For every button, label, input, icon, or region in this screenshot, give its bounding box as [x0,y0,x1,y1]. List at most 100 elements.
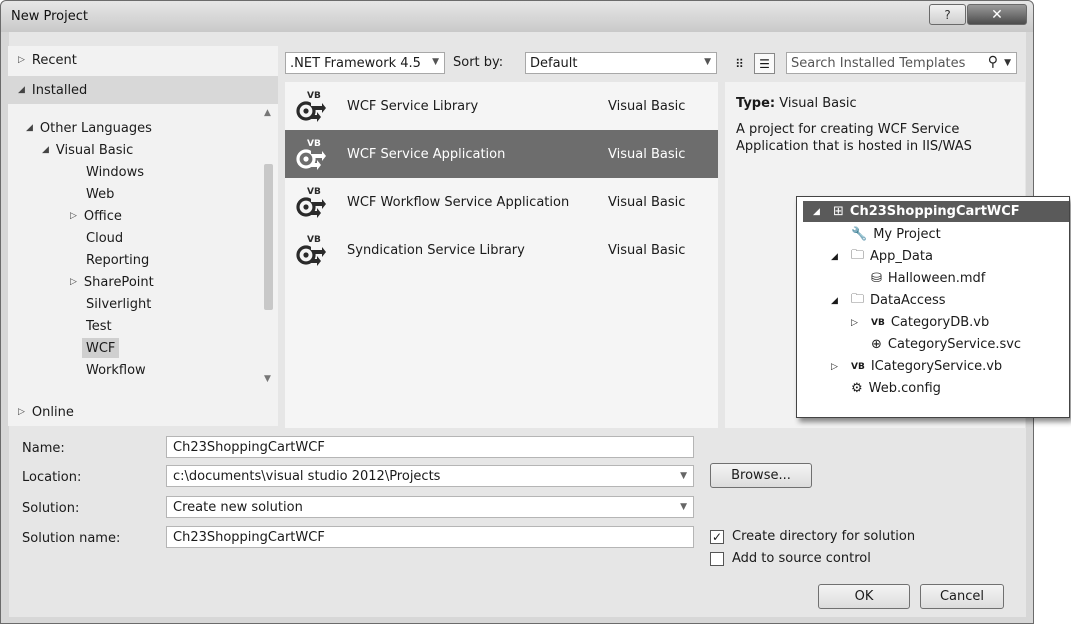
tree-item-wcf[interactable]: WCF [82,338,120,358]
wcf-vb-template-icon: VB [296,187,326,218]
template-name: WCF Service Application [347,146,506,162]
nav-online[interactable]: ▷ Online [8,398,278,426]
tree-item-silverlight[interactable]: Silverlight [86,294,151,314]
project-name-value: Ch23ShoppingCartWCF [173,439,325,455]
chevron-down-icon: ▼ [432,57,439,67]
type-value: Visual Basic [779,96,857,111]
search-templates-input[interactable]: Search Installed Templates (Ctrl+E) ⚲ ▼ [786,52,1017,74]
tree-item-other-languages[interactable]: ◢ Other Languages [26,118,152,138]
tree-item-workflow[interactable]: Workflow [86,360,146,380]
sort-by-label: Sort by: [453,55,504,70]
tree-item-sharepoint[interactable]: ▷ SharePoint [70,272,154,292]
solution-node[interactable]: ◢ 🗀 DataAccess [831,290,946,311]
framework-select[interactable]: .NET Framework 4.5 ▼ [285,52,445,74]
tree-item-label: Test [86,318,112,334]
nav-recent[interactable]: ▷ Recent [8,46,278,74]
solution-node[interactable]: 🔧 My Project [831,224,941,245]
scrollbar-thumb[interactable] [264,164,273,310]
template-name: Syndication Service Library [347,242,525,258]
help-button[interactable]: ? [929,4,966,25]
web-project-icon: ⊞ [833,204,844,219]
template-name: WCF Workflow Service Application [347,194,570,210]
ok-button[interactable]: OK [818,584,910,609]
source-control-option[interactable]: Add to source control [710,551,871,566]
solution-node[interactable]: ⚙ Web.config [831,378,941,399]
small-icons-view-icon[interactable]: ⠿ [729,53,750,74]
dialog-title: New Project [11,9,88,24]
solution-name-value: Ch23ShoppingCartWCF [173,529,325,545]
template-language: Visual Basic [608,194,686,210]
template-item[interactable]: VB Syndication Service Library Visual Basi… [285,226,718,274]
solution-node[interactable]: ⛁ Halloween.mdf [851,268,985,289]
tree-item-visual-basic[interactable]: ◢ Visual Basic [42,140,133,160]
close-button[interactable]: ✕ [967,4,1027,25]
tree-item-test[interactable]: Test [86,316,112,336]
expand-icon[interactable]: ▷ [831,362,851,372]
template-type: Type: Visual Basic [736,96,857,111]
template-language: Visual Basic [608,98,686,114]
sort-select[interactable]: Default ▼ [525,52,717,74]
nav-installed-label: Installed [31,82,88,98]
solution-node-label: Halloween.mdf [887,271,986,286]
tree-item-label: Other Languages [39,120,152,136]
tree-item-cloud[interactable]: Cloud [86,228,123,248]
tree-item-windows[interactable]: Windows [86,162,144,182]
template-item[interactable]: VB WCF Workflow Service Application Visual… [285,178,718,226]
folder-icon: 🗀 [851,247,865,263]
collapse-icon[interactable]: ◢ [831,296,851,306]
solution-node[interactable]: ◢ 🗀 App_Data [831,246,933,267]
tree-item-office[interactable]: ▷ Office [70,206,122,226]
folder-icon: 🗀 [851,291,865,307]
browse-button[interactable]: Browse... [710,463,812,488]
solution-node[interactable]: ◢ ⊞ Ch23ShoppingCartWCF [803,201,1069,222]
source-control-label: Add to source control [732,551,871,566]
solution-node[interactable]: ▷ VB ICategoryService.vb [831,356,1002,377]
tree-item-label: Reporting [86,252,150,268]
solution-select[interactable]: Create new solution ▼ [166,496,694,518]
location-input[interactable]: c:\documents\visual studio 2012\Projects… [166,465,694,487]
chevron-down-icon: ▼ [704,57,711,67]
database-icon: ⛁ [871,271,882,286]
solution-node[interactable]: ⊕ CategoryService.svc [851,334,1021,355]
collapse-icon[interactable]: ◢ [42,145,49,155]
expand-icon[interactable]: ▷ [70,211,77,221]
expand-icon[interactable]: ▷ [851,318,871,328]
solution-node-label: CategoryDB.vb [890,315,990,330]
config-file-icon: ⚙ [851,381,863,396]
solution-name-input[interactable]: Ch23ShoppingCartWCF [166,526,694,548]
tree-scrollbar[interactable]: ▲ ▼ [262,108,276,390]
project-name-input[interactable]: Ch23ShoppingCartWCF [166,436,694,458]
template-language: Visual Basic [608,242,686,258]
template-description: A project for creating WCF Service Appli… [736,122,972,154]
create-directory-option[interactable]: ✓ Create directory for solution [710,529,915,544]
search-icon[interactable]: ⚲ [988,54,998,70]
solution-node[interactable]: ▷ VB CategoryDB.vb [851,312,989,333]
vb-file-icon: VB [871,317,885,328]
chevron-down-icon: ▼ [680,502,687,512]
expand-icon[interactable]: ▷ [70,277,77,287]
location-label: Location: [22,470,82,485]
list-view-icon[interactable]: ☰ [754,53,775,74]
svg-text:VB: VB [307,235,321,245]
collapse-icon[interactable]: ◢ [831,252,851,262]
tree-item-reporting[interactable]: Reporting [86,250,149,270]
collapse-icon[interactable]: ◢ [26,123,33,133]
collapse-icon[interactable]: ◢ [813,207,833,217]
template-name: WCF Service Library [347,98,479,114]
template-item[interactable]: VB WCF Service Application Visual Basic [285,130,718,178]
tree-item-web[interactable]: Web [86,184,114,204]
scroll-up-icon[interactable]: ▲ [264,108,271,118]
nav-installed[interactable]: ◢ Installed [8,76,278,104]
solution-node-label: My Project [873,227,941,242]
scroll-down-icon[interactable]: ▼ [264,374,271,384]
create-directory-checkbox[interactable]: ✓ [710,529,724,544]
svg-text:VB: VB [307,91,321,101]
cancel-button[interactable]: Cancel [920,584,1004,609]
expand-icon: ▷ [18,407,25,417]
template-item[interactable]: VB WCF Service Library Visual Basic [285,82,718,130]
wrench-icon: 🔧 [851,227,868,242]
chevron-down-icon[interactable]: ▼ [1004,58,1011,68]
chevron-down-icon[interactable]: ▼ [680,471,687,481]
source-control-checkbox[interactable] [710,551,724,566]
solution-label: Solution: [22,501,80,516]
